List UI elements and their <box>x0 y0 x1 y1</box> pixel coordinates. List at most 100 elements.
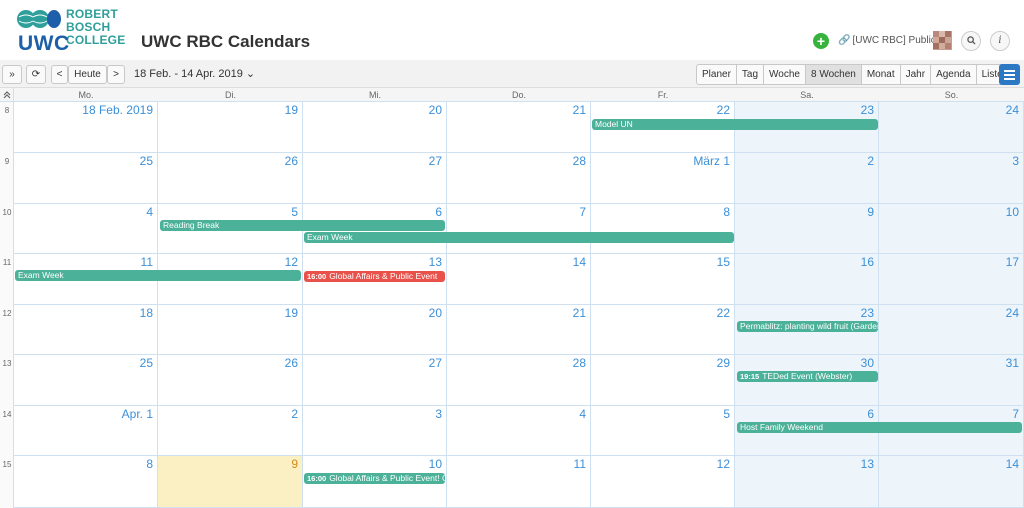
day-cell[interactable]: 2 <box>735 153 879 204</box>
day-cell[interactable]: 14 <box>879 456 1024 508</box>
next-button[interactable]: > <box>107 65 125 84</box>
day-number[interactable]: 4 <box>146 205 153 219</box>
day-number[interactable]: 17 <box>1006 255 1019 269</box>
day-number[interactable]: 10 <box>1006 205 1019 219</box>
day-number[interactable]: 18 <box>140 306 153 320</box>
day-number[interactable]: 6 <box>435 205 442 219</box>
day-cell[interactable]: 28 <box>447 153 591 204</box>
day-cell[interactable]: 26 <box>158 355 303 406</box>
view-week-button[interactable]: Woche <box>764 65 806 84</box>
day-number[interactable]: 5 <box>723 407 730 421</box>
week-number-cell[interactable]: 9 <box>0 153 14 204</box>
week-number-cell[interactable]: 15 <box>0 456 14 508</box>
day-cell[interactable]: Apr. 1 <box>14 406 158 456</box>
day-number[interactable]: 21 <box>573 306 586 320</box>
view-agenda-button[interactable]: Agenda <box>931 65 977 84</box>
day-number[interactable]: 26 <box>285 154 298 168</box>
day-number[interactable]: 28 <box>573 356 586 370</box>
view-day-button[interactable]: Tag <box>737 65 765 84</box>
day-cell[interactable]: 21 <box>447 305 591 355</box>
previous-button[interactable]: < <box>51 65 68 84</box>
week-number-cell[interactable]: 8 <box>0 102 14 153</box>
public-calendar-link[interactable]: 🔗 [UWC RBC] Public <box>838 35 936 46</box>
day-number[interactable]: 15 <box>717 255 730 269</box>
day-cell[interactable]: 4 <box>14 204 158 254</box>
day-cell[interactable]: 27 <box>303 355 447 406</box>
day-cell[interactable]: 19 <box>158 305 303 355</box>
day-cell[interactable]: 8 <box>591 204 735 254</box>
calendar-event[interactable]: Permablitz: planting wild fruit (Garden) <box>737 321 878 332</box>
calendar-event[interactable]: 16:00 Global Affairs & Public Event <box>304 271 445 282</box>
day-number[interactable]: 24 <box>1006 306 1019 320</box>
week-number-cell[interactable]: 13 <box>0 355 14 406</box>
day-cell[interactable]: 7 <box>447 204 591 254</box>
collapse-weeks-button[interactable] <box>0 88 14 102</box>
menu-button[interactable] <box>999 64 1020 85</box>
day-cell[interactable]: 3 <box>879 153 1024 204</box>
day-number[interactable]: 8 <box>723 205 730 219</box>
day-cell[interactable]: 5 <box>591 406 735 456</box>
day-number[interactable]: 8 <box>146 457 153 471</box>
calendar-event[interactable]: Exam Week <box>304 232 734 243</box>
day-cell[interactable]: 10 <box>879 204 1024 254</box>
day-cell[interactable]: 22 <box>591 305 735 355</box>
calendar-event[interactable]: Exam Week <box>15 270 301 281</box>
day-cell[interactable]: 13 <box>735 456 879 508</box>
calendar-event[interactable]: Model UN <box>592 119 878 130</box>
day-cell[interactable]: 11 <box>447 456 591 508</box>
day-number[interactable]: 19 <box>285 306 298 320</box>
day-number[interactable]: 16 <box>861 255 874 269</box>
day-cell[interactable]: 26 <box>158 153 303 204</box>
day-number[interactable]: 9 <box>867 205 874 219</box>
day-number[interactable]: 24 <box>1006 103 1019 117</box>
day-cell[interactable]: 20 <box>303 102 447 153</box>
day-cell[interactable]: 18 <box>14 305 158 355</box>
day-number[interactable]: 22 <box>717 103 730 117</box>
day-number[interactable]: 2 <box>291 407 298 421</box>
week-number-cell[interactable]: 14 <box>0 406 14 456</box>
search-button[interactable] <box>961 31 981 51</box>
calendar-event[interactable]: Host Family Weekend <box>737 422 1022 433</box>
view-month-button[interactable]: Monat <box>862 65 901 84</box>
day-number[interactable]: 31 <box>1006 356 1019 370</box>
info-button[interactable]: i <box>990 31 1010 51</box>
calendar-event[interactable]: 16:00Global Affairs & Public Event! Chem… <box>304 473 445 484</box>
day-number[interactable]: 5 <box>291 205 298 219</box>
calendar-event[interactable]: 19:15 TEDed Event (Webster) <box>737 371 878 382</box>
day-cell[interactable]: 3 <box>303 406 447 456</box>
day-cell[interactable]: 16 <box>735 254 879 305</box>
day-number[interactable]: 27 <box>429 154 442 168</box>
day-number[interactable]: 13 <box>429 255 442 269</box>
day-cell[interactable]: 27 <box>303 153 447 204</box>
avatar[interactable] <box>933 31 952 50</box>
day-number[interactable]: 7 <box>1012 407 1019 421</box>
day-number[interactable]: 20 <box>429 103 442 117</box>
day-number[interactable]: 2 <box>867 154 874 168</box>
day-number[interactable]: 12 <box>285 255 298 269</box>
day-cell[interactable]: 9 <box>735 204 879 254</box>
college-logo[interactable]: ROBERT BOSCH COLLEGE UWC <box>16 8 126 55</box>
day-number[interactable]: 22 <box>717 306 730 320</box>
view-year-button[interactable]: Jahr <box>901 65 932 84</box>
day-cell[interactable]: März 1 <box>591 153 735 204</box>
day-cell[interactable]: 19 <box>158 102 303 153</box>
view-planer-button[interactable]: Planer <box>697 65 737 84</box>
day-cell[interactable]: 2 <box>158 406 303 456</box>
add-event-button[interactable]: + <box>813 33 829 49</box>
expand-sidebar-button[interactable]: » <box>2 65 22 84</box>
date-range-picker[interactable]: 18 Feb. - 14 Apr. 2019 ⌄ <box>134 67 255 80</box>
day-cell[interactable]: 29 <box>591 355 735 406</box>
view-8weeks-button[interactable]: 8 Wochen <box>805 65 862 84</box>
week-number-cell[interactable]: 10 <box>0 204 14 254</box>
day-number[interactable]: 12 <box>717 457 730 471</box>
day-number[interactable]: 9 <box>291 457 298 471</box>
day-cell[interactable]: 28 <box>447 355 591 406</box>
day-cell[interactable]: 17 <box>879 254 1024 305</box>
day-number[interactable]: Apr. 1 <box>122 407 153 421</box>
day-number[interactable]: März 1 <box>693 154 730 168</box>
day-number[interactable]: 4 <box>579 407 586 421</box>
refresh-button[interactable]: ⟳ <box>26 65 46 84</box>
day-number[interactable]: 13 <box>861 457 874 471</box>
week-number-cell[interactable]: 12 <box>0 305 14 355</box>
calendar-event[interactable]: Reading Break <box>160 220 445 231</box>
